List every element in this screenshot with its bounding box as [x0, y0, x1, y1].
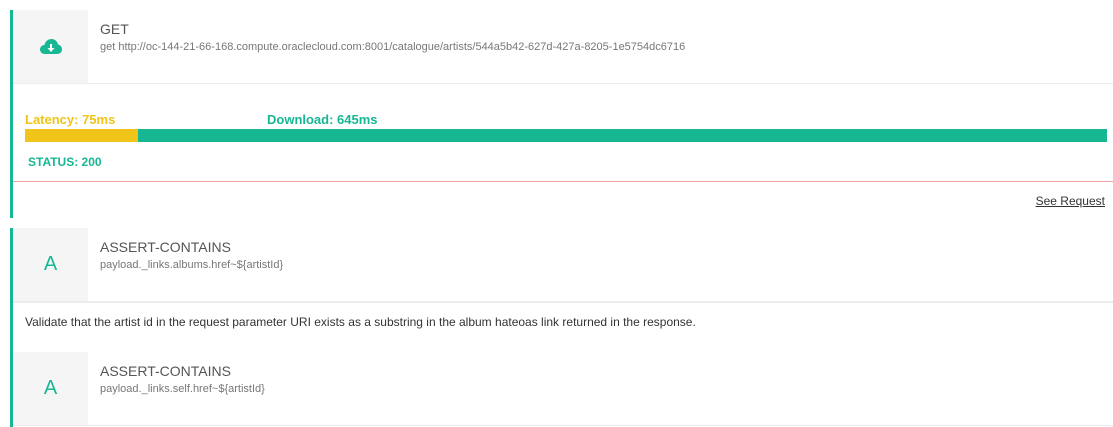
request-card: GET get http://oc-144-21-66-168.compute.… — [10, 10, 1113, 218]
assertion-icon-column: A — [13, 352, 88, 425]
assertion-title: ASSERT-CONTAINS — [100, 363, 231, 379]
request-method: GET — [100, 21, 129, 37]
latency-label: Latency: 75ms — [25, 112, 116, 127]
assertion-description: Validate that the artist id in the reque… — [13, 302, 1113, 344]
assertion-expression: payload._links.albums.href~${artistId} — [100, 259, 284, 271]
cloud-download-icon — [39, 38, 62, 56]
request-header: GET get http://oc-144-21-66-168.compute.… — [13, 10, 1113, 84]
timing-section: Latency: 75ms Download: 645ms STATUS: 20… — [13, 84, 1113, 182]
assertion-header: A ASSERT-CONTAINS payload._links.albums.… — [13, 228, 1113, 302]
assertion-card: A ASSERT-CONTAINS payload._links.self.hr… — [10, 352, 1113, 427]
assertion-letter-icon: A — [43, 377, 58, 399]
download-label: Download: 645ms — [267, 112, 378, 127]
assertion-header: A ASSERT-CONTAINS payload._links.self.hr… — [13, 352, 1113, 426]
assertion-icon-column: A — [13, 228, 88, 301]
status-label: STATUS: 200 — [28, 155, 102, 169]
request-url: get http://oc-144-21-66-168.compute.orac… — [100, 41, 686, 53]
assertion-header-text: ASSERT-CONTAINS payload._links.self.href… — [88, 352, 265, 425]
assertion-header-text: ASSERT-CONTAINS payload._links.albums.hr… — [88, 228, 283, 301]
see-request-link[interactable]: See Request — [1036, 194, 1105, 208]
latency-bar — [25, 129, 138, 142]
request-icon-column — [13, 10, 88, 83]
assertion-title: ASSERT-CONTAINS — [100, 239, 231, 255]
request-header-text: GET get http://oc-144-21-66-168.compute.… — [88, 10, 685, 83]
assertion-expression: payload._links.self.href~${artistId} — [100, 383, 265, 395]
timing-bar — [25, 129, 1107, 142]
download-bar — [137, 129, 1107, 142]
assertion-letter-icon: A — [43, 253, 58, 275]
